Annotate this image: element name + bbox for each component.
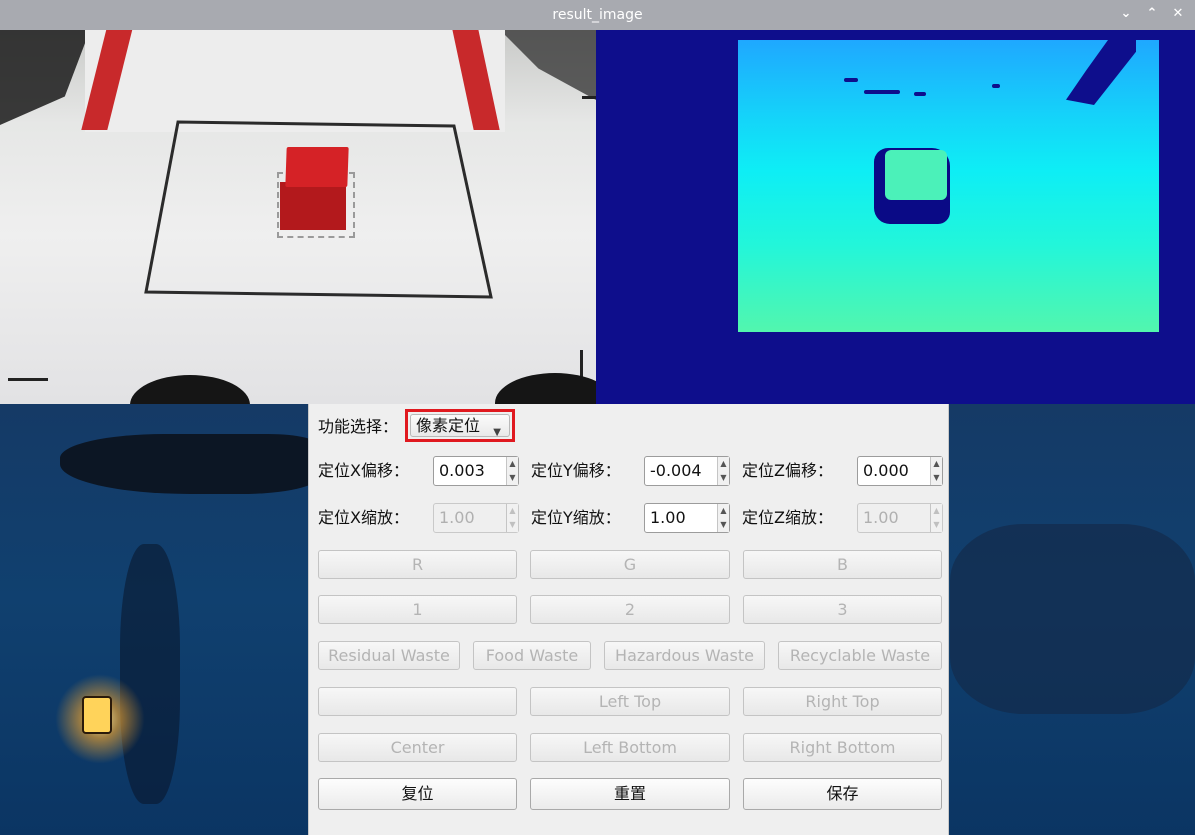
spin-up-icon[interactable]: ▲	[507, 457, 518, 471]
food-waste-button[interactable]: Food Waste	[473, 641, 591, 670]
window-title: result_image	[552, 7, 643, 23]
scale-y-value: 1.00	[650, 508, 686, 527]
spin-down-icon[interactable]: ▼	[718, 471, 729, 485]
spin-up-icon[interactable]: ▲	[718, 504, 729, 518]
spin-up-icon[interactable]: ▲	[931, 504, 942, 518]
red-block-top	[285, 147, 349, 187]
offset-y-spinbox[interactable]: -0.004 ▲ ▼	[644, 456, 730, 486]
lantern	[82, 696, 112, 734]
depth-gap	[844, 78, 858, 82]
depth-object	[885, 150, 947, 200]
spin-down-icon[interactable]: ▼	[931, 518, 942, 532]
red-block	[280, 182, 346, 230]
offset-x-spinbox[interactable]: 0.003 ▲ ▼	[433, 456, 519, 486]
offset-y-value: -0.004	[650, 461, 702, 480]
residual-waste-button[interactable]: Residual Waste	[318, 641, 460, 670]
water-reflection	[120, 544, 180, 804]
blank-button[interactable]	[318, 687, 517, 716]
hazardous-waste-button[interactable]: Hazardous Waste	[604, 641, 765, 670]
color-b-button[interactable]: B	[743, 550, 942, 579]
function-select-value: 像素定位	[416, 416, 481, 435]
left-top-button[interactable]: Left Top	[530, 687, 730, 716]
left-bottom-button[interactable]: Left Bottom	[530, 733, 730, 762]
reset-button[interactable]: 复位	[318, 778, 517, 810]
offset-row: 定位X偏移： 0.003 ▲ ▼ 定位Y偏移： -0.004 ▲ ▼ 定位Z偏移： …	[309, 456, 950, 490]
scale-x-label: 定位X缩放：	[318, 508, 409, 527]
center-button[interactable]: Center	[318, 733, 517, 762]
scale-row: 定位X缩放： 1.00 ▲ ▼ 定位Y缩放： 1.00 ▲ ▼ 定位Z缩放： 1.0…	[309, 503, 950, 537]
scale-x-spinbox[interactable]: 1.00 ▲ ▼	[433, 503, 519, 533]
spin-down-icon[interactable]: ▼	[507, 471, 518, 485]
depth-gap	[864, 90, 900, 94]
floor-mark	[582, 96, 596, 99]
waste-button-row: Residual Waste Food Waste Hazardous Wast…	[309, 641, 950, 675]
number-1-button[interactable]: 1	[318, 595, 517, 624]
scale-y-spinbox[interactable]: 1.00 ▲ ▼	[644, 503, 730, 533]
function-select[interactable]: 像素定位 ▼	[405, 409, 515, 442]
window-title-bar[interactable]: result_image ⌄ ⌃ ✕	[0, 0, 1195, 30]
spin-up-icon[interactable]: ▲	[718, 457, 729, 471]
action-button-row: 复位 重置 保存	[309, 778, 950, 812]
scale-z-spinbox[interactable]: 1.00 ▲ ▼	[857, 503, 943, 533]
camera-view	[0, 30, 596, 404]
scale-z-value: 1.00	[863, 508, 899, 527]
function-label: 功能选择：	[318, 417, 399, 436]
color-g-button[interactable]: G	[530, 550, 730, 579]
function-row: 功能选择： 像素定位 ▼	[309, 408, 950, 442]
depth-gap	[914, 92, 926, 96]
spin-down-icon[interactable]: ▼	[718, 518, 729, 532]
recyclable-waste-button[interactable]: Recyclable Waste	[778, 641, 942, 670]
number-3-button[interactable]: 3	[743, 595, 942, 624]
floor-mark	[8, 378, 48, 381]
save-button[interactable]: 保存	[743, 778, 942, 810]
scale-y-label: 定位Y缩放：	[531, 508, 621, 527]
offset-z-value: 0.000	[863, 461, 909, 480]
offset-z-spinbox[interactable]: 0.000 ▲ ▼	[857, 456, 943, 486]
water-reflection	[950, 524, 1195, 714]
spin-down-icon[interactable]: ▼	[931, 471, 942, 485]
spin-down-icon[interactable]: ▼	[507, 518, 518, 532]
offset-x-value: 0.003	[439, 461, 485, 480]
corner-button-row-1: Left Top Right Top	[309, 687, 950, 721]
offset-y-label: 定位Y偏移：	[531, 461, 621, 480]
scale-z-label: 定位Z缩放：	[742, 508, 833, 527]
right-top-button[interactable]: Right Top	[743, 687, 942, 716]
depth-gap	[992, 84, 1000, 88]
depth-view	[596, 30, 1195, 404]
right-bottom-button[interactable]: Right Bottom	[743, 733, 942, 762]
maximize-icon[interactable]: ⌃	[1145, 6, 1159, 21]
offset-z-label: 定位Z偏移：	[742, 461, 833, 480]
number-button-row: 1 2 3	[309, 595, 950, 629]
offset-x-label: 定位X偏移：	[318, 461, 409, 480]
spin-up-icon[interactable]: ▲	[931, 457, 942, 471]
reinit-button[interactable]: 重置	[530, 778, 730, 810]
spin-up-icon[interactable]: ▲	[507, 504, 518, 518]
scale-x-value: 1.00	[439, 508, 475, 527]
minimize-icon[interactable]: ⌄	[1119, 6, 1133, 21]
color-button-row: R G B	[309, 550, 950, 584]
dropdown-arrow-icon: ▼	[493, 427, 501, 438]
control-panel: 功能选择： 像素定位 ▼ 定位X偏移： 0.003 ▲ ▼ 定位Y偏移： -0.0…	[308, 404, 949, 835]
number-2-button[interactable]: 2	[530, 595, 730, 624]
close-icon[interactable]: ✕	[1171, 6, 1185, 21]
corner-button-row-2: Center Left Bottom Right Bottom	[309, 733, 950, 767]
boat-silhouette	[60, 434, 320, 494]
color-r-button[interactable]: R	[318, 550, 517, 579]
